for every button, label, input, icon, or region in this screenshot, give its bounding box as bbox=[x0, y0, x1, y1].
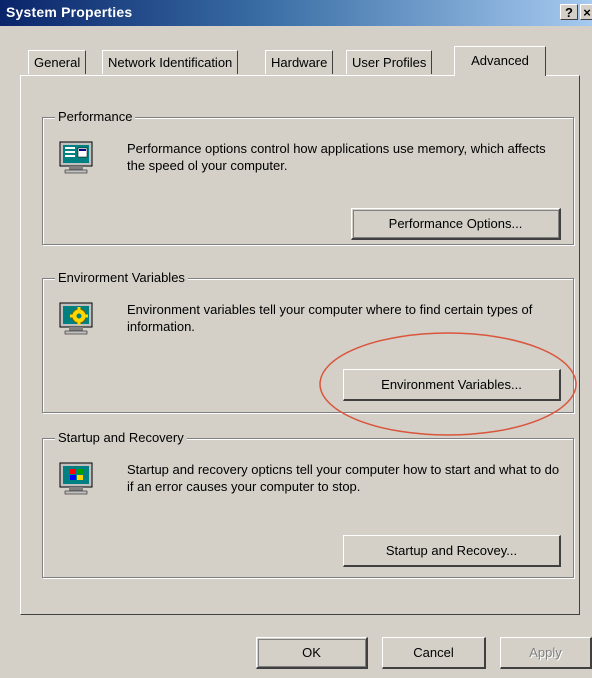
environment-variables-group: Envirorment Variables Environment variab… bbox=[42, 270, 574, 413]
window-title: System Properties bbox=[6, 4, 133, 20]
environment-settings-icon bbox=[57, 299, 97, 339]
startup-monitor-icon bbox=[57, 459, 97, 499]
performance-group: Performance Performance options control … bbox=[42, 109, 574, 245]
performance-group-title: Performance bbox=[55, 109, 136, 125]
startup-recovery-group: Startup and Recovery Startup and recover… bbox=[42, 430, 574, 578]
startup-recovery-description: Startup and recovery opticns tell your c… bbox=[127, 462, 560, 494]
apply-button[interactable]: Apply bbox=[500, 637, 592, 669]
performance-description: Performance options control how applicat… bbox=[127, 141, 546, 173]
title-bar[interactable]: System Properties ? × bbox=[0, 0, 592, 26]
environment-variables-button[interactable]: Environment Variables... bbox=[343, 369, 561, 401]
startup-recovery-group-title: Startup and Recovery bbox=[55, 430, 187, 446]
tab-user-profiles[interactable]: User Profiles bbox=[346, 50, 433, 74]
system-properties-dialog: System Properties ? × General Network Id… bbox=[0, 0, 592, 678]
ok-button[interactable]: OK bbox=[256, 637, 368, 669]
tab-advanced[interactable]: Advanced bbox=[454, 46, 546, 76]
help-button[interactable]: ? bbox=[560, 4, 578, 20]
environment-variables-description: Environment variables tell your computer… bbox=[127, 302, 533, 334]
cancel-button[interactable]: Cancel bbox=[382, 637, 486, 669]
tab-network-identification[interactable]: Network Identification bbox=[102, 50, 239, 74]
close-button[interactable]: × bbox=[580, 4, 592, 20]
tab-hardware[interactable]: Hardware bbox=[265, 50, 334, 74]
tab-general[interactable]: General bbox=[28, 50, 87, 74]
performance-options-button[interactable]: Performance Options... bbox=[351, 208, 561, 240]
performance-monitor-icon bbox=[57, 138, 97, 178]
environment-variables-group-title: Envirorment Variables bbox=[55, 270, 188, 286]
startup-recovery-button[interactable]: Startup and Recovey... bbox=[343, 535, 561, 567]
